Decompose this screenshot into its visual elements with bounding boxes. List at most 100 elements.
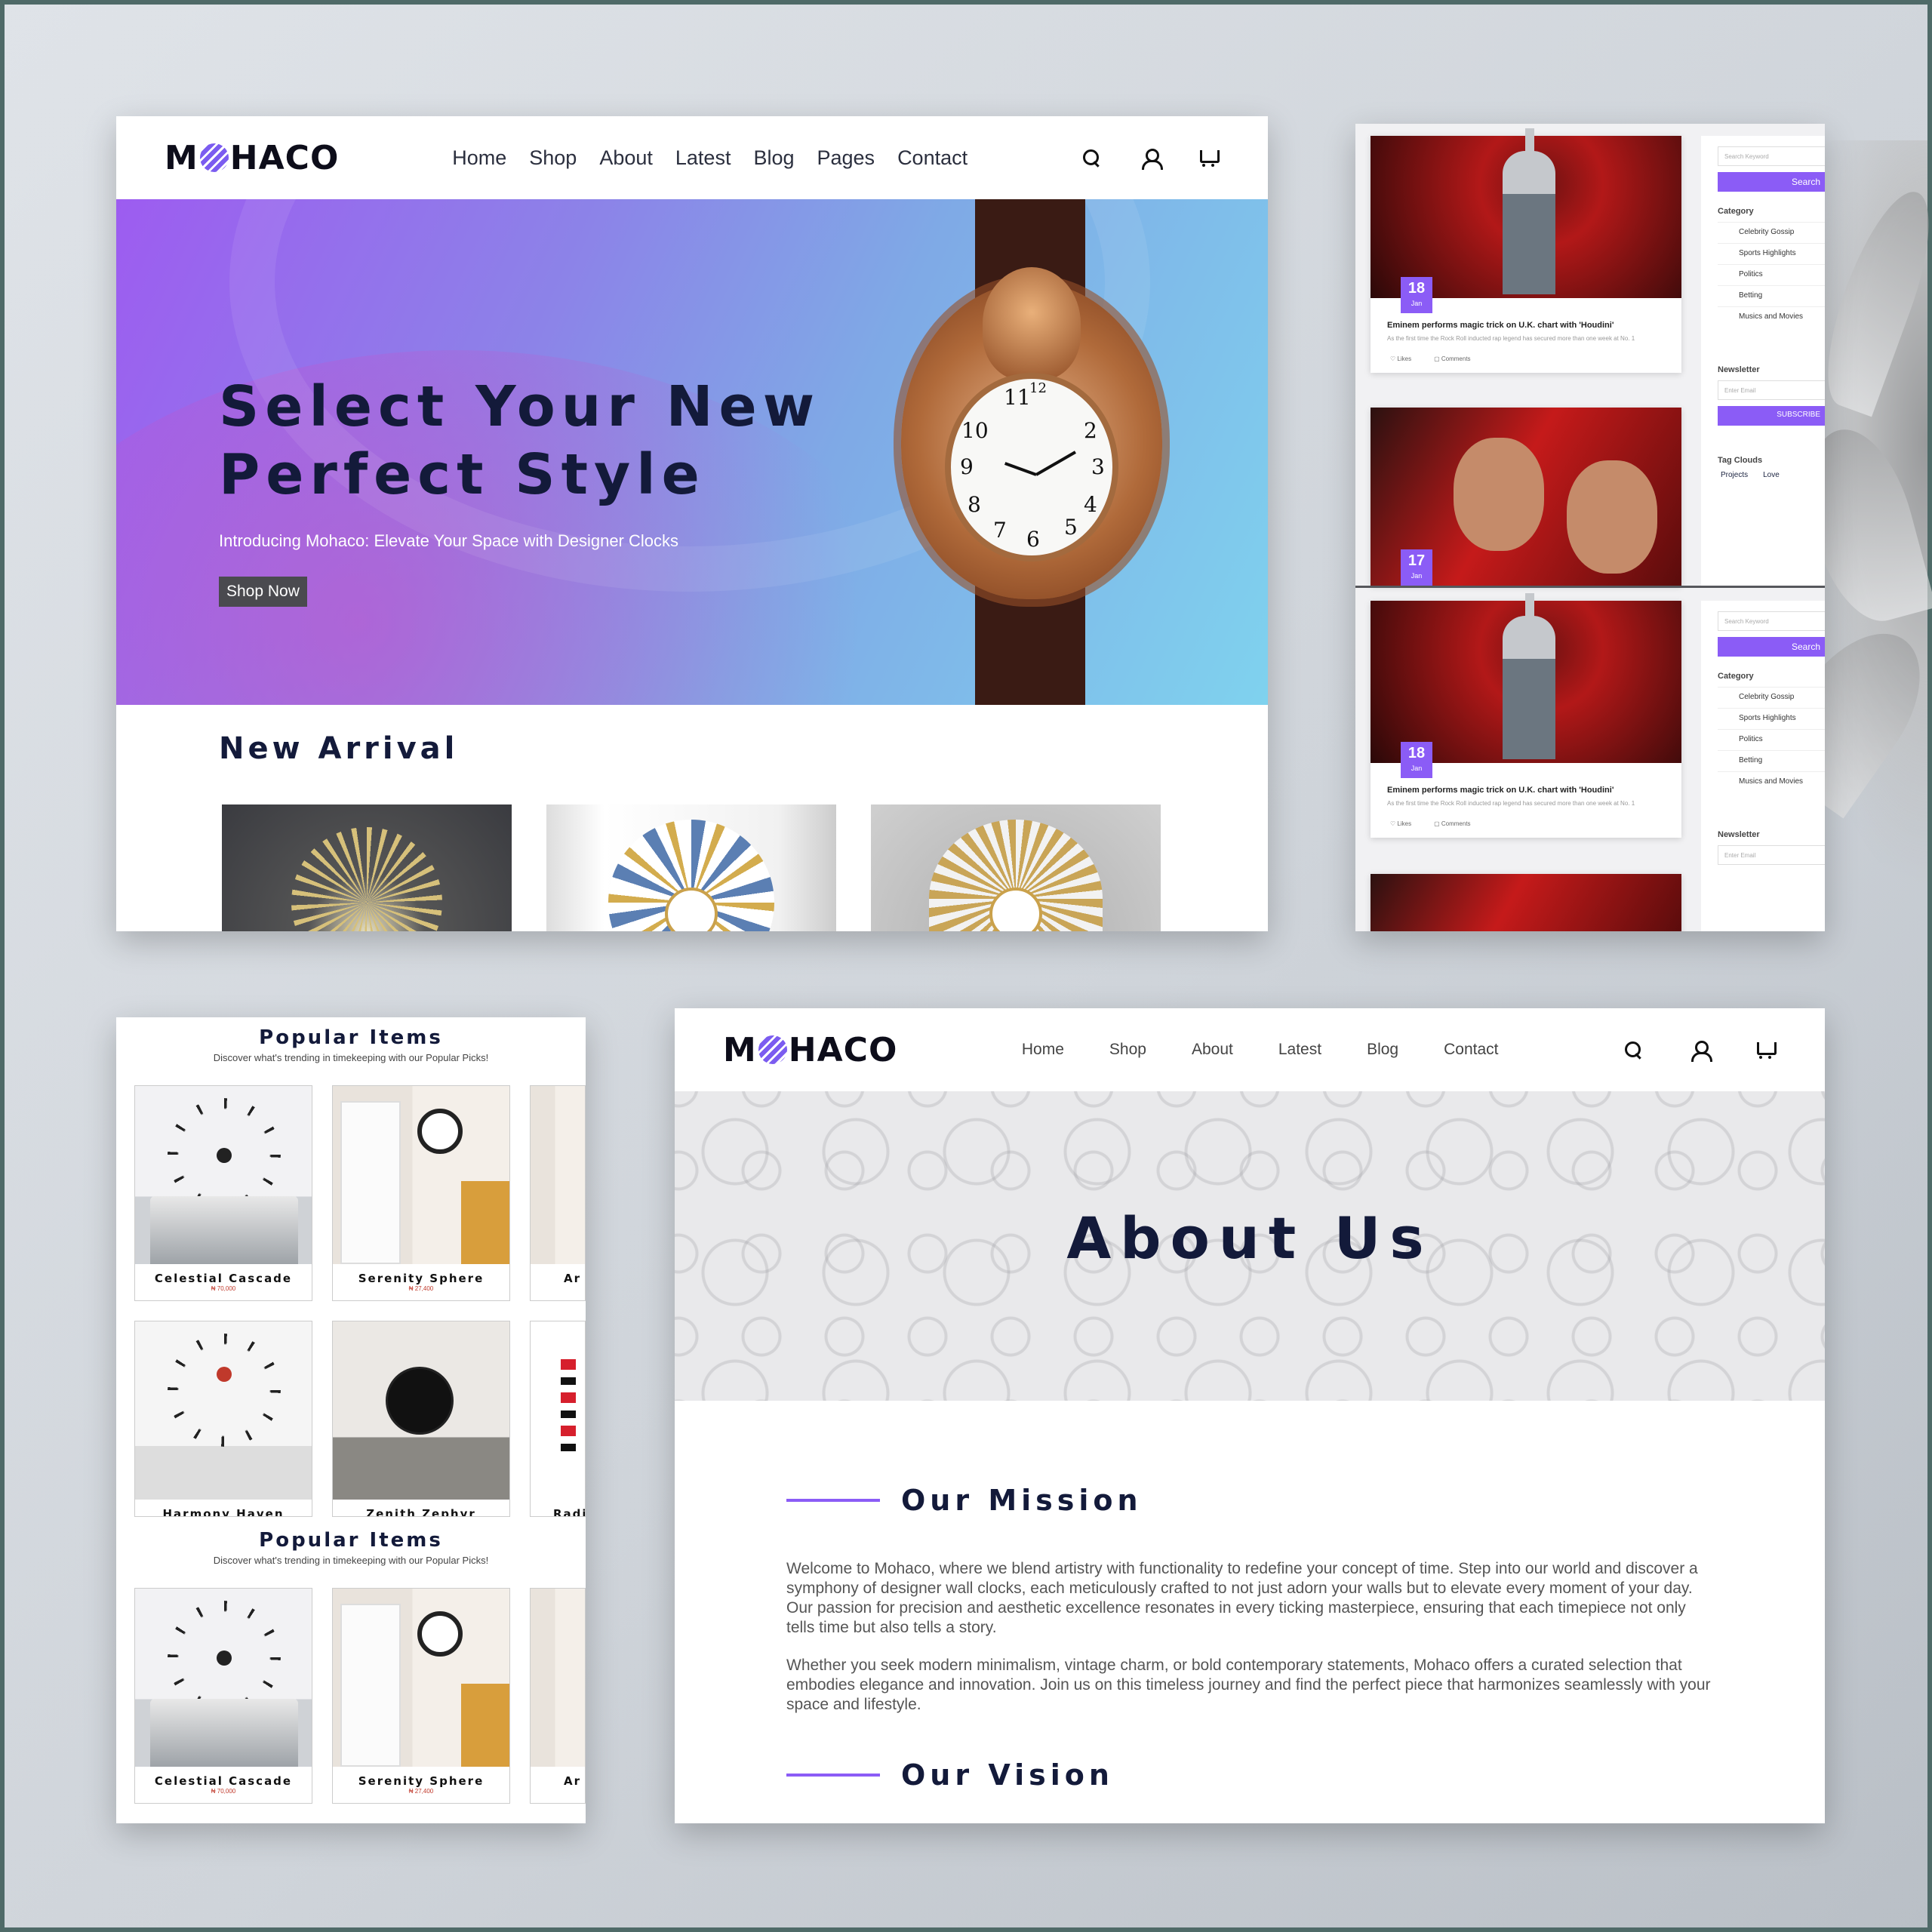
product-thumbnail[interactable] <box>546 804 836 931</box>
clock-number: 4 <box>1084 492 1097 517</box>
comments-link[interactable]: ▢ Comments <box>1434 355 1470 362</box>
clock-number: 3 <box>1091 454 1105 479</box>
likes-label: Likes <box>1397 355 1412 362</box>
product-card[interactable]: Zenith Zephyr <box>332 1321 510 1517</box>
blog-post-card[interactable]: 18 Jan Eminem performs magic trick on U.K… <box>1371 128 1681 373</box>
search-button[interactable]: Search <box>1718 637 1825 657</box>
product-name: Zenith Zephyr <box>366 1507 476 1517</box>
search-button[interactable]: Search <box>1718 172 1825 192</box>
brand-logo[interactable]: M HACO <box>165 139 339 177</box>
product-card[interactable]: Celestial Cascade ₦ 70,000 <box>134 1085 312 1301</box>
nav-blog[interactable]: Blog <box>1367 1041 1398 1059</box>
logo-text-left: M <box>723 1030 757 1069</box>
category-item[interactable]: Politics <box>1718 264 1825 285</box>
product-card[interactable]: Serenity Sphere ₦ 27,400 <box>332 1085 510 1301</box>
search-input[interactable]: Search Keyword <box>1718 611 1825 631</box>
blog-post-card[interactable] <box>1371 874 1681 931</box>
product-price: ₦ 27,400 <box>408 1285 434 1292</box>
product-name: Radi <box>553 1507 586 1517</box>
nav-pages[interactable]: Pages <box>817 146 875 170</box>
likes-link[interactable]: ♡ Likes <box>1390 820 1411 827</box>
bed-image <box>150 1699 298 1767</box>
nav-latest[interactable]: Latest <box>675 146 731 170</box>
email-field[interactable]: Enter Email <box>1718 845 1825 865</box>
nav-blog[interactable]: Blog <box>753 146 794 170</box>
subscribe-button[interactable]: SUBSCRIBE <box>1718 406 1825 426</box>
nav-home[interactable]: Home <box>1022 1041 1064 1059</box>
category-item[interactable]: Musics and Movies <box>1718 771 1825 792</box>
search-icon[interactable] <box>1081 147 1102 168</box>
performer <box>1503 151 1555 294</box>
tag-item[interactable]: Projects <box>1721 471 1748 479</box>
nav-home[interactable]: Home <box>452 146 506 170</box>
product-thumbnail[interactable] <box>222 804 512 931</box>
door-image <box>340 1604 401 1767</box>
category-item[interactable]: Politics <box>1718 729 1825 750</box>
wall-clock-image <box>386 1367 454 1435</box>
cart-icon[interactable] <box>1198 147 1220 168</box>
cabinet-image <box>461 1181 509 1264</box>
person <box>1454 438 1544 551</box>
likes-link[interactable]: ♡ Likes <box>1390 355 1411 362</box>
nav-shop[interactable]: Shop <box>1109 1041 1146 1059</box>
clock-number: 2 <box>1084 418 1097 443</box>
category-item[interactable]: Celebrity Gossip <box>1718 687 1825 708</box>
hero-subtitle: Introducing Mohaco: Elevate Your Space w… <box>219 531 679 550</box>
category-item[interactable]: Betting <box>1718 750 1825 771</box>
mission-heading: Our Mission <box>786 1484 1143 1517</box>
comments-link[interactable]: ▢ Comments <box>1434 820 1470 827</box>
post-image: 17 Jan <box>1371 408 1681 586</box>
new-arrival-heading: New Arrival <box>219 731 459 766</box>
nav-contact[interactable]: Contact <box>897 146 968 170</box>
product-card[interactable]: Serenity Sphere ₦ 27,400 <box>332 1588 510 1804</box>
hero-title: Select Your New Perfect Style <box>219 374 821 507</box>
search-icon[interactable] <box>1623 1039 1644 1060</box>
user-icon[interactable] <box>1140 147 1163 170</box>
accent-bar <box>786 1774 880 1777</box>
product-card[interactable]: Celestial Cascade ₦ 70,000 <box>134 1588 312 1804</box>
product-image <box>531 1321 585 1500</box>
product-image <box>531 1589 585 1767</box>
nav-about[interactable]: About <box>1192 1041 1233 1059</box>
nav-about[interactable]: About <box>599 146 653 170</box>
category-item[interactable]: Musics and Movies <box>1718 306 1825 328</box>
product-card[interactable]: Ar <box>530 1588 586 1804</box>
category-item[interactable]: Sports Highlights <box>1718 243 1825 264</box>
date-day: 18 <box>1407 745 1426 761</box>
main-menu: Home Shop About Latest Blog Contact <box>1022 1041 1499 1059</box>
header-nav: M HACO Home Shop About Latest Blog Pages… <box>116 116 1268 199</box>
clock-number: 11 <box>1004 385 1031 410</box>
nav-shop[interactable]: Shop <box>529 146 577 170</box>
tag-clouds-heading: Tag Clouds <box>1718 456 1763 465</box>
shop-now-button[interactable]: Shop Now <box>219 577 307 607</box>
category-item[interactable]: Celebrity Gossip <box>1718 222 1825 243</box>
cabinet-image <box>461 1684 509 1767</box>
search-input[interactable]: Search Keyword <box>1718 146 1825 166</box>
blog-post-card[interactable]: 17 Jan <box>1371 408 1681 586</box>
vision-heading-text: Our Vision <box>901 1758 1114 1792</box>
nav-latest[interactable]: Latest <box>1278 1041 1321 1059</box>
cart-icon[interactable] <box>1755 1039 1777 1060</box>
comments-label: Comments <box>1441 820 1471 827</box>
about-page-preview: M HACO Home Shop About Latest Blog Conta… <box>675 1008 1825 1823</box>
product-thumbnail[interactable] <box>871 804 1161 931</box>
popular-subheading: Discover what's trending in timekeeping … <box>213 1555 489 1566</box>
blog-post-card[interactable]: 18 Jan Eminem performs magic trick on U.K… <box>1371 593 1681 838</box>
popular-items-page-preview: Popular Items Discover what's trending i… <box>116 1017 586 1823</box>
user-icon[interactable] <box>1689 1039 1712 1062</box>
product-image <box>135 1589 312 1767</box>
clock-number: 5 <box>1064 515 1078 540</box>
product-card[interactable]: Ar <box>530 1085 586 1301</box>
tag-item[interactable]: Love <box>1763 471 1780 479</box>
mission-heading-text: Our Mission <box>901 1484 1143 1517</box>
main-menu: Home Shop About Latest Blog Pages Contac… <box>452 146 968 170</box>
nav-contact[interactable]: Contact <box>1444 1041 1498 1059</box>
brand-logo[interactable]: M HACO <box>723 1031 897 1069</box>
door-image <box>340 1101 401 1264</box>
category-item[interactable]: Sports Highlights <box>1718 708 1825 729</box>
email-field[interactable]: Enter Email <box>1718 380 1825 400</box>
category-item[interactable]: Betting <box>1718 285 1825 306</box>
product-card[interactable]: Harmony Haven <box>134 1321 312 1517</box>
product-card[interactable]: Radi <box>530 1321 586 1517</box>
date-badge: 18 Jan <box>1401 277 1432 313</box>
